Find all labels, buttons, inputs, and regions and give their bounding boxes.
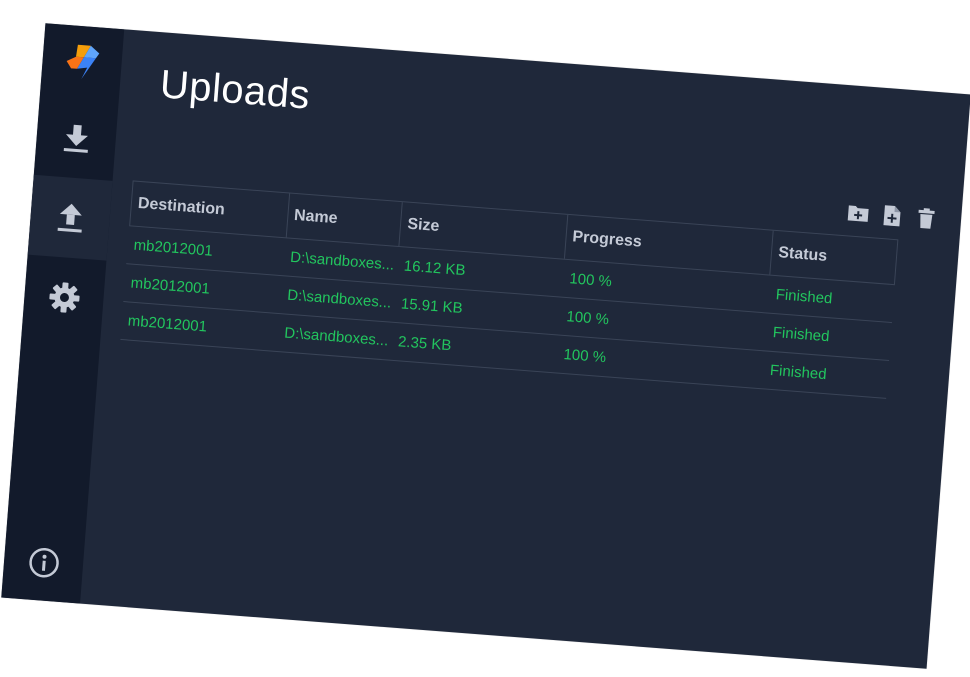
lightning-logo-icon xyxy=(61,41,104,84)
info-icon xyxy=(27,545,62,584)
sidebar-item-settings[interactable] xyxy=(22,255,107,341)
download-icon xyxy=(61,122,91,154)
toolbar xyxy=(846,203,937,232)
app-window: Uploads Destination Name Size Progress S… xyxy=(1,23,970,669)
file-add-icon xyxy=(882,204,902,232)
folder-add-icon xyxy=(846,202,870,229)
gear-icon xyxy=(47,280,81,314)
add-file-button[interactable] xyxy=(880,204,904,232)
sidebar-item-uploads[interactable] xyxy=(27,174,113,261)
trash-icon xyxy=(916,206,936,234)
info-button[interactable] xyxy=(27,545,62,584)
add-folder-button[interactable] xyxy=(846,203,870,227)
main-content: Uploads Destination Name Size Progress S… xyxy=(80,29,970,668)
page-title: Uploads xyxy=(158,62,312,118)
cell-name: D:\sandboxes... xyxy=(283,324,389,350)
upload-icon xyxy=(55,202,85,234)
sidebar-item-downloads[interactable] xyxy=(34,95,119,181)
uploads-table: Destination Name Size Progress Status mb… xyxy=(120,180,899,399)
column-header-name[interactable]: Name xyxy=(286,193,404,247)
delete-button[interactable] xyxy=(914,206,938,234)
